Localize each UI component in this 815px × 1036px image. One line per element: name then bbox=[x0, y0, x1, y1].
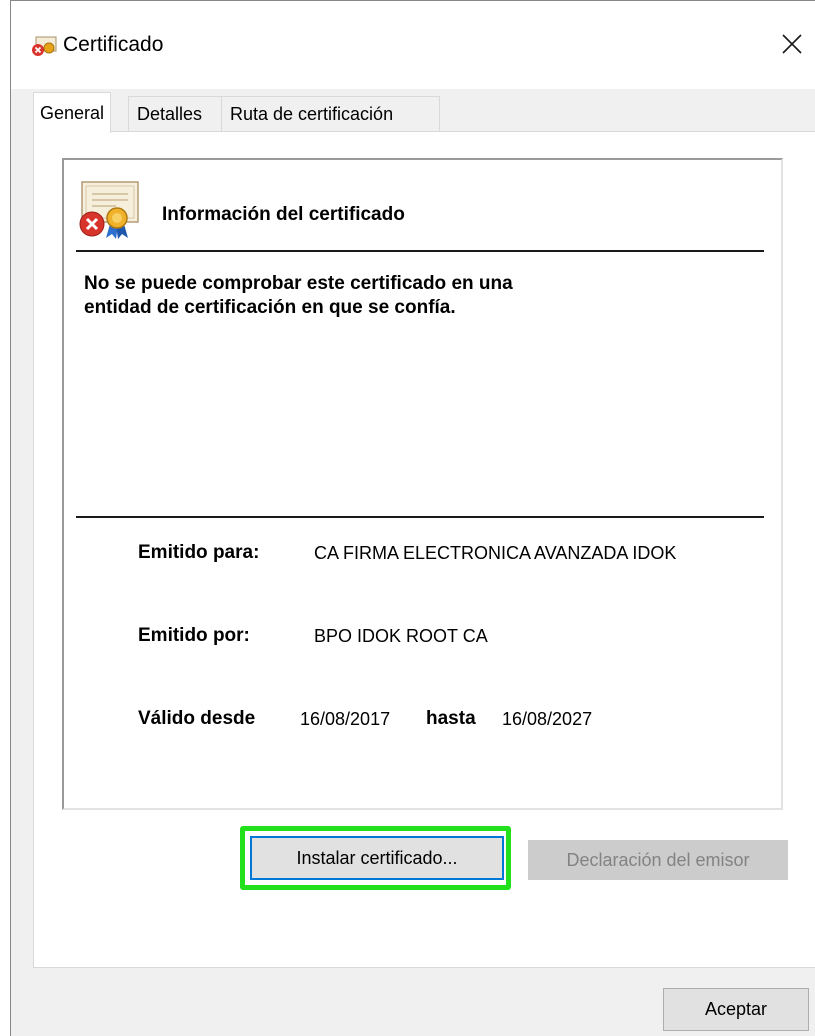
top-divider bbox=[76, 250, 764, 252]
certificate-info-box: Información del certificado No se puede … bbox=[62, 158, 783, 810]
certificate-dialog: Certificado General Detalles Ruta de cer… bbox=[10, 0, 815, 1036]
valid-to-label: hasta bbox=[426, 708, 476, 729]
close-icon bbox=[782, 34, 802, 54]
trust-warning-line-2: entidad de certificación en que se confí… bbox=[84, 297, 456, 318]
valid-from-value: 16/08/2017 bbox=[300, 709, 391, 729]
certificate-invalid-icon bbox=[76, 180, 142, 240]
valid-to-value: 16/08/2027 bbox=[502, 709, 593, 729]
issued-by-label: Emitido por: bbox=[138, 625, 250, 646]
issuer-statement-button[interactable]: Declaración del emisor bbox=[528, 840, 788, 880]
tab-ruta-de-certificacion[interactable]: Ruta de certificación bbox=[221, 96, 440, 131]
trust-warning: No se puede comprobar este certificado e… bbox=[84, 272, 724, 320]
info-heading: Información del certificado bbox=[162, 204, 405, 225]
tab-general[interactable]: General bbox=[33, 92, 112, 133]
certificate-error-icon bbox=[31, 35, 57, 57]
valid-from-label: Válido desde bbox=[138, 708, 256, 729]
issued-by-value: BPO IDOK ROOT CA bbox=[314, 626, 488, 646]
install-certificate-button[interactable]: Instalar certificado... bbox=[250, 836, 504, 880]
tab-detalles[interactable]: Detalles bbox=[128, 96, 222, 131]
issued-to-label: Emitido para: bbox=[138, 542, 260, 563]
window-title: Certificado bbox=[63, 33, 164, 56]
title-bar: Certificado bbox=[11, 1, 815, 89]
ok-button[interactable]: Aceptar bbox=[663, 988, 809, 1031]
general-tab-panel: Información del certificado No se puede … bbox=[33, 131, 815, 968]
close-button[interactable] bbox=[775, 27, 809, 61]
issued-to-value: CA FIRMA ELECTRONICA AVANZADA IDOK bbox=[314, 543, 677, 563]
trust-warning-line-1: No se puede comprobar este certificado e… bbox=[84, 273, 513, 294]
bottom-divider bbox=[76, 516, 764, 518]
